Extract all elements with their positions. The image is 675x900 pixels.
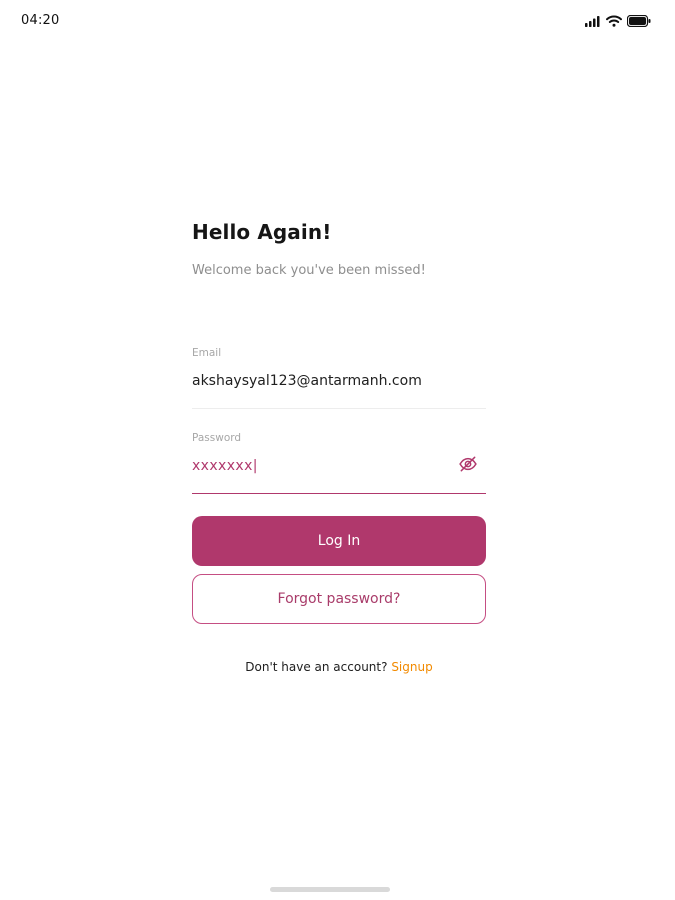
page-subtitle: Welcome back you've been missed!: [192, 263, 426, 278]
signup-row: Don't have an account? Signup: [192, 660, 486, 674]
home-indicator[interactable]: [270, 887, 390, 892]
email-label: Email: [192, 347, 222, 359]
status-bar: 04:20: [0, 0, 675, 44]
email-underline: [192, 408, 486, 409]
status-time: 04:20: [21, 13, 60, 28]
forgot-password-button[interactable]: Forgot password?: [192, 574, 486, 624]
battery-icon: [627, 15, 651, 27]
password-dots: xxxxxxx: [192, 458, 253, 474]
email-value[interactable]: akshaysyal123@antarmanh.com: [192, 373, 422, 389]
signup-prompt: Don't have an account?: [245, 660, 388, 674]
status-icons: [585, 15, 651, 27]
wifi-icon: [606, 15, 622, 27]
password-label: Password: [192, 432, 242, 444]
page-title: Hello Again!: [192, 220, 332, 244]
signal-icon: [585, 15, 601, 27]
text-caret: |: [252, 458, 258, 474]
password-value[interactable]: xxxxxxx|: [192, 458, 258, 474]
signup-link[interactable]: Signup: [391, 660, 432, 674]
password-underline: [192, 493, 486, 494]
password-visibility-toggle[interactable]: [456, 454, 480, 478]
eye-off-icon: [458, 454, 478, 478]
login-button[interactable]: Log In: [192, 516, 486, 566]
